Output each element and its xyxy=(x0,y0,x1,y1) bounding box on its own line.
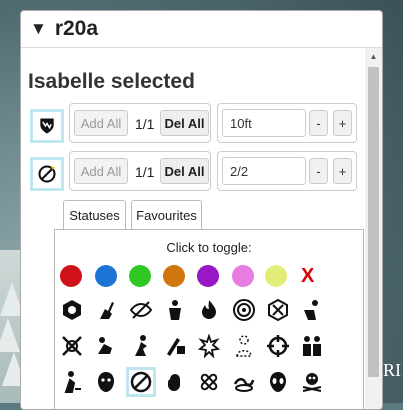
running-man-icon[interactable] xyxy=(129,334,153,358)
statuses-panel: Click to toggle: X xyxy=(54,229,364,409)
status-count-2: 1/1 xyxy=(135,164,155,180)
increment-button-1[interactable]: + xyxy=(333,110,352,136)
blind-eye-icon[interactable] xyxy=(129,298,153,322)
add-all-button-1[interactable]: Add All xyxy=(74,110,128,136)
selection-heading: Isabelle selected xyxy=(28,70,195,93)
dialog-titlebar[interactable]: ▼ r20a xyxy=(21,11,382,48)
strong-man-icon[interactable] xyxy=(163,298,187,322)
skull-crossbones-icon[interactable] xyxy=(300,370,324,394)
color-yellow[interactable] xyxy=(265,265,287,287)
decrement-button-2[interactable]: - xyxy=(309,158,328,184)
status-count-1: 1/1 xyxy=(135,116,155,132)
increment-button-2[interactable]: + xyxy=(333,158,352,184)
map-label-fragment: RI xyxy=(383,360,401,380)
r20a-dialog: ▼ r20a Isabelle selected Add All 1/1 Del… xyxy=(20,10,383,410)
dotted-figure-icon[interactable] xyxy=(232,334,256,358)
remove-status-icon[interactable]: X xyxy=(301,265,314,288)
tab-favourites[interactable]: Favourites xyxy=(131,200,202,230)
dialog-content: Isabelle selected Add All 1/1 Del All 10… xyxy=(21,48,365,409)
toggle-hint: Click to toggle: xyxy=(166,240,252,255)
decrement-button-1[interactable]: - xyxy=(309,110,328,136)
status-token-1[interactable] xyxy=(30,109,64,143)
interdiction-icon[interactable] xyxy=(125,367,156,397)
del-all-button-2[interactable]: Del All xyxy=(160,158,209,184)
tab-statuses[interactable]: Statuses xyxy=(63,200,126,230)
value-group-2: 2/2 - + xyxy=(217,151,357,191)
status-row-2: Add All 1/1 Del All 2/2 - + xyxy=(28,151,368,191)
status-row-1: Add All 1/1 Del All 10ft - + xyxy=(28,103,368,143)
fist-icon[interactable] xyxy=(163,370,187,394)
bandage-icon[interactable] xyxy=(197,370,221,394)
color-green[interactable] xyxy=(129,265,151,287)
color-pink[interactable] xyxy=(232,265,254,287)
color-purple[interactable] xyxy=(197,265,219,287)
add-del-group-1: Add All 1/1 Del All xyxy=(69,103,211,143)
value-group-1: 10ft - + xyxy=(217,103,357,143)
alien-icon[interactable] xyxy=(266,370,290,394)
add-del-group-2: Add All 1/1 Del All xyxy=(69,151,211,191)
bleeding-man-icon[interactable] xyxy=(60,370,84,394)
status-value-input-2[interactable]: 2/2 xyxy=(222,157,306,185)
archer-icon[interactable] xyxy=(300,298,324,322)
crosshair-icon[interactable] xyxy=(266,334,290,358)
fire-icon[interactable] xyxy=(197,298,221,322)
snake-icon[interactable] xyxy=(232,370,256,394)
status-token-2[interactable] xyxy=(30,157,64,191)
crossed-swords-icon[interactable] xyxy=(266,298,290,322)
target-icon[interactable] xyxy=(232,298,256,322)
color-red[interactable] xyxy=(60,265,82,287)
gargoyle-icon[interactable] xyxy=(94,370,118,394)
add-all-button-2[interactable]: Add All xyxy=(74,158,128,184)
shovel-icon[interactable] xyxy=(94,298,118,322)
interdiction-icon xyxy=(38,165,56,183)
del-all-button-1[interactable]: Del All xyxy=(160,110,209,136)
sparkle-icon[interactable] xyxy=(197,334,221,358)
collapse-triangle-icon[interactable]: ▼ xyxy=(30,19,47,39)
color-orange[interactable] xyxy=(163,265,185,287)
sword-hand-icon[interactable] xyxy=(163,334,187,358)
broken-shield-icon[interactable] xyxy=(60,334,84,358)
status-value-input-1[interactable]: 10ft xyxy=(222,109,306,137)
vertical-scrollbar[interactable]: ▲ xyxy=(365,48,382,409)
scrollbar-thumb[interactable] xyxy=(368,67,379,377)
two-people-icon[interactable] xyxy=(300,334,324,358)
color-blue[interactable] xyxy=(95,265,117,287)
scroll-up-arrow-icon[interactable]: ▲ xyxy=(365,48,382,65)
crouching-man-icon[interactable] xyxy=(94,334,118,358)
skull-die-icon[interactable] xyxy=(60,298,84,322)
broken-shield-icon xyxy=(40,118,54,134)
dialog-title: r20a xyxy=(54,17,99,40)
